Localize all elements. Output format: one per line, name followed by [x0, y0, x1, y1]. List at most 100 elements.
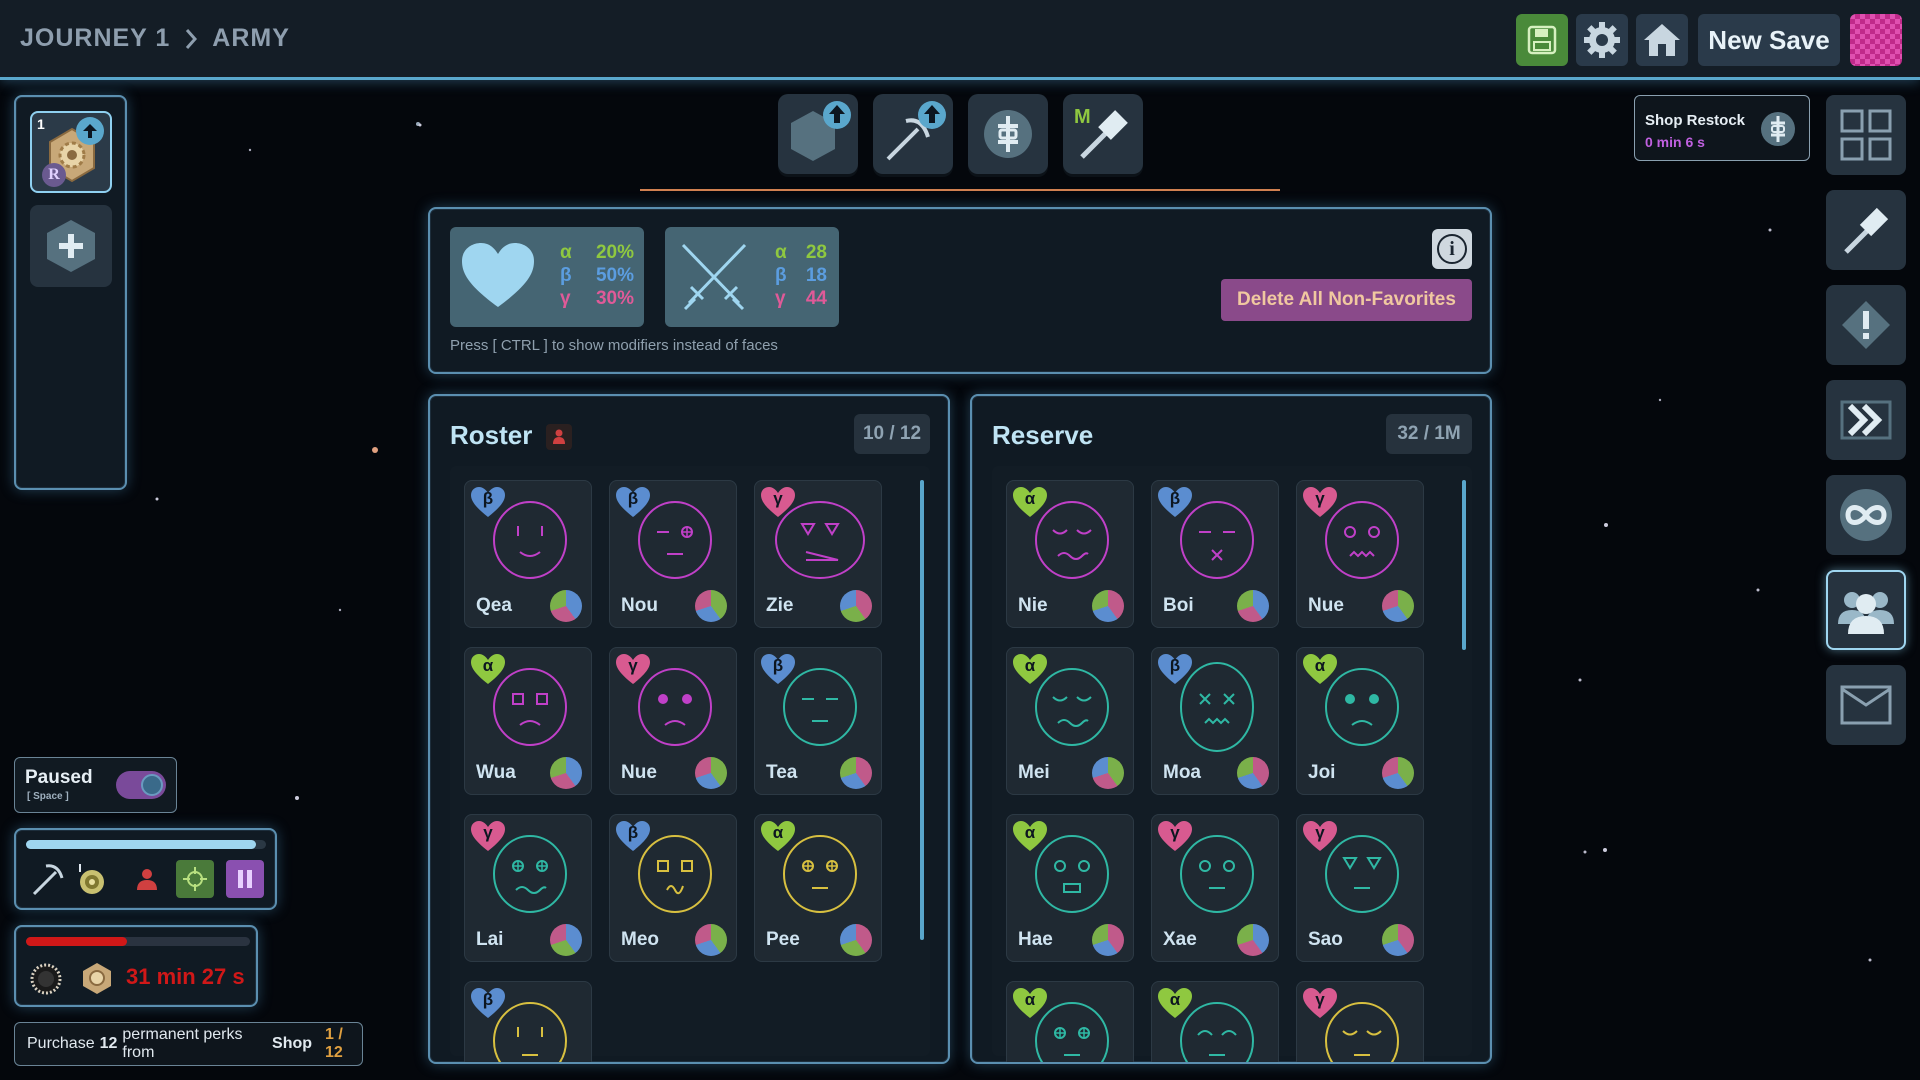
fast-forward-button[interactable]	[1826, 380, 1906, 460]
unit-name: Mei	[1018, 762, 1050, 783]
hammer-button[interactable]	[1826, 190, 1906, 270]
roster-unit-badge	[546, 424, 572, 450]
health-stat-card: α 20% β 50% γ 30%	[450, 227, 644, 327]
infinity-button[interactable]	[1826, 475, 1906, 555]
alert-diamond-icon	[1842, 301, 1890, 349]
roster-unit-card[interactable]: β Qea	[464, 480, 592, 628]
attack-gamma: 44	[805, 288, 827, 309]
action-progress-track	[26, 840, 266, 849]
unit-name: Boi	[1163, 595, 1194, 616]
pause-toggle[interactable]	[116, 771, 166, 799]
reserve-unit-card[interactable]: α Joi	[1296, 647, 1424, 795]
unit-modifier-pie	[1237, 924, 1269, 956]
unit-modifier-pie	[840, 590, 872, 622]
profile-avatar[interactable]	[1850, 14, 1902, 66]
arrow-up-icon	[83, 124, 97, 138]
unit-modifier-pie	[1237, 590, 1269, 622]
pause-button[interactable]	[226, 860, 264, 898]
unit-type-label: β	[627, 823, 639, 842]
shop-restock[interactable]: Shop Restock 0 min 6 s	[1634, 95, 1810, 161]
fast-forward-icon	[1840, 400, 1892, 440]
roster-unit-card[interactable]: β Meo	[609, 814, 737, 962]
home-button[interactable]	[1636, 14, 1688, 66]
quest-progress: 1 / 12	[325, 1026, 343, 1061]
hammer-m-button[interactable]: M	[1063, 94, 1143, 174]
paused-hint: [ Space ]	[27, 791, 69, 802]
unit-modifier-pie	[1382, 924, 1414, 956]
mail-button[interactable]	[1826, 665, 1906, 745]
delete-non-favorites-button[interactable]: Delete All Non-Favorites	[1221, 279, 1472, 321]
upgrade-badge[interactable]	[76, 117, 104, 145]
add-slot-button[interactable]	[30, 205, 112, 287]
slot-1[interactable]: 1 R	[30, 111, 112, 193]
reserve-unit-card[interactable]: γ Sao	[1296, 814, 1424, 962]
reserve-unit-card[interactable]: α	[1006, 981, 1134, 1062]
unit-modifier-pie	[1237, 757, 1269, 789]
toggle-knob	[141, 774, 163, 796]
pickaxe-icon[interactable]	[28, 860, 66, 898]
breadcrumb-journey[interactable]: JOURNEY 1	[20, 24, 170, 53]
currency-button[interactable]	[968, 94, 1048, 174]
roster-unit-card[interactable]: α Wua	[464, 647, 592, 795]
reserve-unit-card[interactable]: α	[1151, 981, 1279, 1062]
unit-name: Nou	[621, 595, 658, 616]
breadcrumb: JOURNEY 1 ARMY	[20, 24, 290, 53]
info-icon: i	[1437, 234, 1467, 264]
new-save-button[interactable]: New Save	[1698, 14, 1840, 66]
unit-modifier-pie	[550, 924, 582, 956]
hexagon-upgrade-button[interactable]	[778, 94, 858, 174]
unit-modifier-pie	[1382, 757, 1414, 789]
reserve-unit-card[interactable]: α Mei	[1006, 647, 1134, 795]
roster-unit-card[interactable]: γ Nue	[609, 647, 737, 795]
gamma-symbol: γ	[775, 288, 786, 309]
health-alpha: 20%	[595, 242, 634, 263]
unit-name: Nie	[1018, 595, 1048, 616]
attack-stat-card: α 28 β 18 γ 44	[665, 227, 839, 327]
reserve-scrollbar[interactable]	[1462, 480, 1466, 650]
unit-modifier-pie	[695, 757, 727, 789]
reserve-unit-card[interactable]: β Boi	[1151, 480, 1279, 628]
quest-tracker[interactable]: Purchase 12 permanent perks from Shop 1 …	[14, 1022, 363, 1066]
info-button[interactable]: i	[1432, 229, 1472, 269]
unit-name: Meo	[621, 929, 659, 950]
attack-beta: 18	[805, 265, 827, 286]
settings-button[interactable]	[1576, 14, 1628, 66]
person-icon	[553, 429, 565, 444]
reserve-count: 32 / 1M	[1386, 414, 1472, 454]
quest-prefix: Purchase	[27, 1035, 95, 1052]
unit-type-label: α	[1169, 990, 1181, 1009]
army-button[interactable]	[1826, 570, 1906, 650]
alert-button[interactable]	[1826, 285, 1906, 365]
roster-unit-card[interactable]: β Nou	[609, 480, 737, 628]
roster-unit-card[interactable]: α Pee	[754, 814, 882, 962]
coin-gear-icon[interactable]	[74, 862, 108, 896]
unit-name: Zie	[766, 595, 794, 616]
beta-symbol: β	[560, 265, 572, 286]
roster-scrollbar[interactable]	[920, 480, 924, 940]
quest-middle: permanent perks from	[122, 1026, 243, 1061]
health-gamma: 30%	[595, 288, 634, 309]
unit-type-label: α	[482, 656, 494, 675]
save-button[interactable]	[1516, 14, 1568, 66]
pause-control[interactable]: Paused [ Space ]	[14, 757, 177, 813]
ctrl-hint: Press [ CTRL ] to show modifiers instead…	[450, 337, 778, 354]
target-button[interactable]	[176, 860, 214, 898]
reserve-unit-card[interactable]: α Hae	[1006, 814, 1134, 962]
unit-name: Qea	[476, 595, 512, 616]
reserve-unit-card[interactable]: γ Xae	[1151, 814, 1279, 962]
unit-icon[interactable]	[134, 866, 160, 892]
unit-modifier-pie	[840, 924, 872, 956]
reserve-unit-card[interactable]: γ Nue	[1296, 480, 1424, 628]
grid-view-button[interactable]	[1826, 95, 1906, 175]
roster-unit-card[interactable]: β	[464, 981, 592, 1062]
roster-unit-card[interactable]: γ Zie	[754, 480, 882, 628]
pickaxe-upgrade-button[interactable]	[873, 94, 953, 174]
reserve-unit-card[interactable]: α Nie	[1006, 480, 1134, 628]
roster-unit-card[interactable]: β Tea	[754, 647, 882, 795]
attack-alpha: 28	[805, 242, 827, 263]
reserve-unit-card[interactable]: β Moa	[1151, 647, 1279, 795]
timer-panel: 31 min 27 s	[14, 925, 258, 1007]
hammer-icon	[1844, 207, 1889, 254]
reserve-unit-card[interactable]: γ	[1296, 981, 1424, 1062]
roster-unit-card[interactable]: γ Lai	[464, 814, 592, 962]
